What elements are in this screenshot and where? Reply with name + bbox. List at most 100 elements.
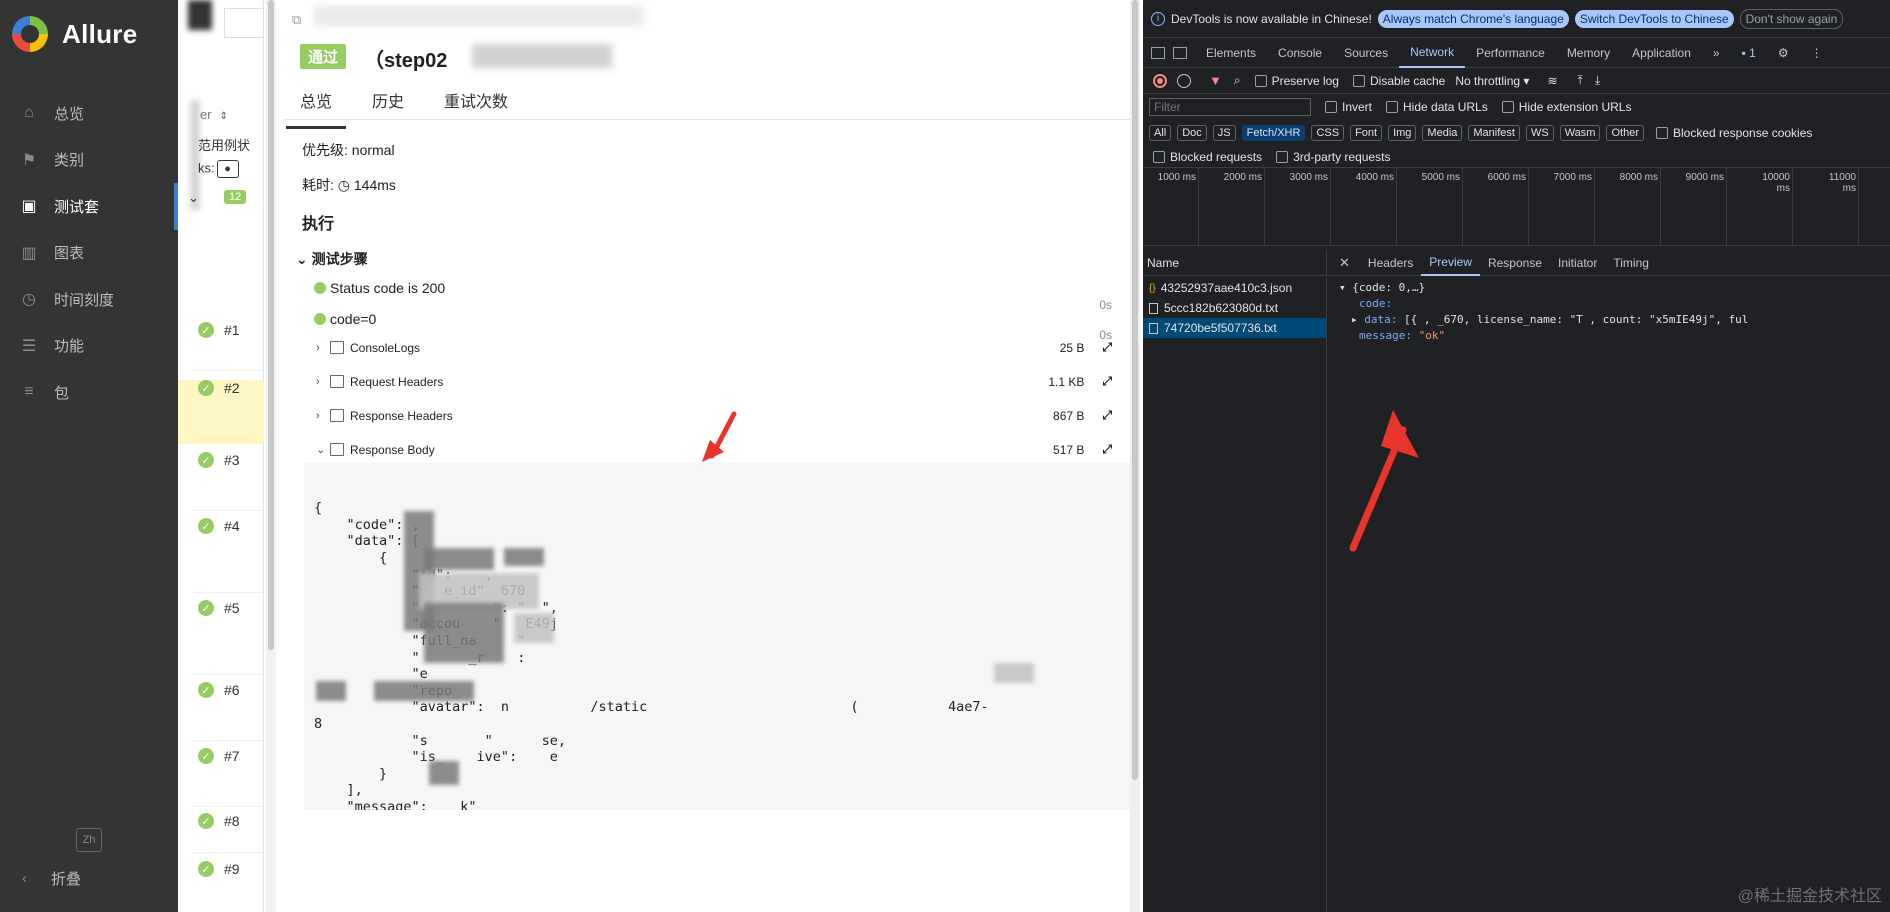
settings-icon[interactable]: ⚙: [1767, 38, 1800, 68]
list-item[interactable]: ✓ #7: [198, 748, 262, 764]
steps-header[interactable]: ⌄ 测试步骤: [296, 249, 368, 269]
type-ws[interactable]: WS: [1525, 125, 1554, 141]
chevron-down-icon[interactable]: ⌄: [188, 190, 199, 206]
list-item[interactable]: ✓ #8: [198, 813, 262, 829]
tab-performance[interactable]: Performance: [1465, 38, 1556, 68]
disable-cache-checkbox[interactable]: [1352, 74, 1365, 87]
network-conditions-icon[interactable]: ≋: [1547, 74, 1557, 88]
switch-language-button[interactable]: Switch DevTools to Chinese: [1574, 9, 1734, 28]
tab-headers[interactable]: Headers: [1360, 250, 1421, 276]
list-item[interactable]: ✓ #9: [198, 861, 262, 877]
record-icon[interactable]: [1153, 73, 1167, 88]
fullscreen-icon[interactable]: ⤢: [1102, 374, 1112, 389]
fullscreen-icon[interactable]: ⤢: [1102, 408, 1112, 423]
fullscreen-icon[interactable]: ⤢: [1102, 340, 1112, 355]
type-css[interactable]: CSS: [1311, 125, 1345, 141]
blocked-cookies-checkbox[interactable]: [1655, 127, 1668, 139]
filter-input[interactable]: [1149, 98, 1311, 116]
type-manifest[interactable]: Manifest: [1468, 125, 1520, 141]
list-item[interactable]: ✓ #1: [198, 322, 262, 338]
collapse-button[interactable]: ‹ 折叠: [22, 868, 81, 889]
type-all[interactable]: All: [1149, 125, 1172, 141]
sidebar-item-timeline[interactable]: ◷ 时间刻度: [0, 276, 178, 323]
tab-history[interactable]: 历史: [358, 84, 418, 129]
sidebar-item-categories[interactable]: ⚑ 类别: [0, 137, 178, 184]
step-row[interactable]: Status code is 200: [314, 280, 445, 296]
tab-sources[interactable]: Sources: [1333, 38, 1399, 68]
list-item[interactable]: ✓ #5: [198, 600, 262, 616]
download-icon[interactable]: ⤓: [1595, 73, 1600, 88]
type-wasm[interactable]: Wasm: [1559, 125, 1601, 141]
inspect-icon[interactable]: [1151, 46, 1165, 59]
banner-text: DevTools is now available in Chinese!: [1171, 11, 1372, 26]
preserve-log-checkbox[interactable]: [1254, 74, 1267, 87]
type-doc[interactable]: Doc: [1177, 125, 1207, 141]
third-party-checkbox[interactable]: [1276, 150, 1289, 163]
language-button[interactable]: Zh: [76, 828, 102, 852]
type-media[interactable]: Media: [1422, 125, 1463, 141]
sidebar-item-graphs[interactable]: ▥ 图表: [0, 230, 178, 277]
request-row-selected[interactable]: 74720be5f507736.txt: [1143, 318, 1326, 338]
search-input[interactable]: [224, 8, 264, 38]
tab-preview[interactable]: Preview: [1421, 250, 1480, 276]
type-img[interactable]: Img: [1388, 125, 1417, 141]
list-item[interactable]: ✓ #4: [198, 518, 262, 534]
list-item-selected[interactable]: ✓ #2: [178, 380, 264, 444]
device-toolbar-icon[interactable]: [1173, 46, 1187, 59]
list-scrollbar[interactable]: [266, 0, 276, 912]
scrollbar-thumb[interactable]: [268, 0, 274, 650]
detail-scrollbar[interactable]: [1130, 0, 1140, 912]
upload-icon[interactable]: ⤒: [1578, 73, 1583, 88]
dont-show-button[interactable]: Don't show again: [1739, 8, 1844, 29]
type-other[interactable]: Other: [1606, 125, 1644, 141]
redacted-breadcrumb: [314, 6, 644, 26]
request-row[interactable]: 5ccc182b623080d.txt: [1143, 298, 1326, 318]
list-item[interactable]: ✓ #3: [198, 452, 262, 468]
more-options-icon[interactable]: ⋮: [1800, 38, 1834, 68]
sidebar-item-behaviors[interactable]: ☰ 功能: [0, 323, 178, 370]
tab-initiator[interactable]: Initiator: [1550, 250, 1605, 276]
search-icon[interactable]: ⌕: [1234, 73, 1241, 88]
type-js[interactable]: JS: [1212, 125, 1236, 141]
throttling-select[interactable]: No throttling ▾: [1455, 74, 1529, 88]
step-row[interactable]: code=0: [314, 311, 376, 327]
tab-elements[interactable]: Elements: [1195, 38, 1267, 68]
tab-memory[interactable]: Memory: [1556, 38, 1621, 68]
preview-data-row[interactable]: ▸ data: [{ , _670, license_name: "T , co…: [1339, 312, 1890, 328]
hide-data-urls-checkbox[interactable]: [1386, 101, 1399, 113]
fullscreen-icon[interactable]: ⤢: [1102, 442, 1112, 457]
invert-checkbox[interactable]: [1325, 101, 1337, 113]
network-timeline-overview[interactable]: 1000 ms 2000 ms 3000 ms 4000 ms 5000 ms 6000 …: [1143, 168, 1890, 246]
close-icon[interactable]: ✕: [1339, 255, 1350, 271]
sidebar-item-overview[interactable]: ⌂ 总览: [0, 90, 178, 137]
more-tabs-icon[interactable]: »: [1702, 38, 1731, 68]
attachment-row[interactable]: › ConsoleLogs 25 B ⤢: [316, 340, 1112, 355]
list-item[interactable]: ✓ #6: [198, 682, 262, 698]
tab-network[interactable]: Network: [1399, 38, 1466, 68]
match-language-button[interactable]: Always match Chrome's language: [1377, 9, 1569, 28]
tab-console[interactable]: Console: [1267, 38, 1333, 68]
copy-icon[interactable]: ⧉: [292, 12, 301, 28]
issues-badge[interactable]: ▪ 1: [1731, 38, 1767, 68]
request-row[interactable]: {} 43252937aae410c3.json: [1143, 278, 1326, 298]
preview-root[interactable]: ▾ {code: 0,…}: [1339, 280, 1890, 296]
sidebar-item-packages[interactable]: ≡ 包: [0, 369, 178, 416]
clear-icon[interactable]: [1177, 73, 1191, 88]
hide-extension-urls-checkbox[interactable]: [1501, 101, 1514, 113]
tab-application[interactable]: Application: [1621, 38, 1702, 68]
sort-header[interactable]: er ⇕: [200, 107, 228, 122]
tab-overview[interactable]: 总览: [286, 84, 347, 129]
tab-retries[interactable]: 重试次数: [430, 84, 522, 129]
sidebar-item-suites[interactable]: ▣ 测试套: [0, 183, 178, 230]
filter-icon[interactable]: ▼: [1209, 73, 1222, 88]
brand[interactable]: Allure: [12, 16, 137, 52]
tab-timing[interactable]: Timing: [1605, 250, 1657, 276]
bomb-icon[interactable]: ●: [216, 160, 239, 178]
tab-response[interactable]: Response: [1480, 250, 1550, 276]
name-column-header[interactable]: Name: [1143, 250, 1327, 276]
type-fetch-xhr[interactable]: Fetch/XHR: [1241, 125, 1306, 141]
type-font[interactable]: Font: [1350, 125, 1383, 141]
scrollbar-thumb[interactable]: [1132, 0, 1138, 780]
attachment-row[interactable]: › Request Headers 1.1 KB ⤢: [316, 374, 1112, 389]
blocked-requests-checkbox[interactable]: [1153, 150, 1165, 163]
